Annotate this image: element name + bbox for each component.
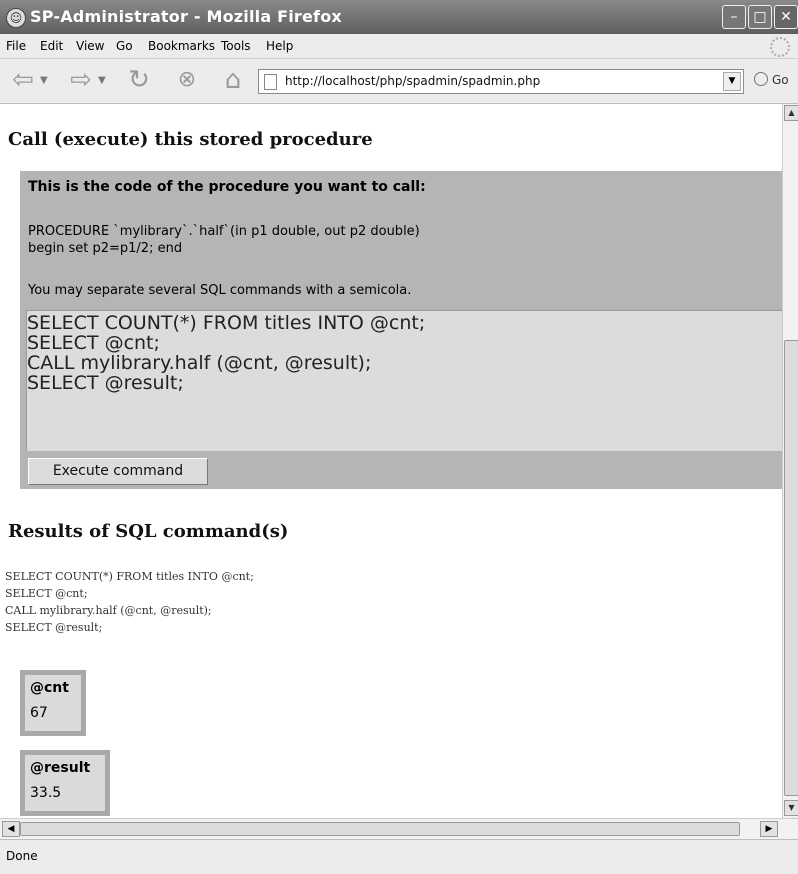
url-text: http://localhost/php/spadmin/spadmin.php xyxy=(285,74,541,88)
vertical-scroll-thumb[interactable] xyxy=(784,340,798,796)
go-button[interactable]: Go xyxy=(754,72,789,87)
back-dropdown-icon[interactable]: ▼ xyxy=(40,75,48,86)
result-header: @cnt xyxy=(30,680,69,696)
window-title: SP-Administrator - Mozilla Firefox xyxy=(30,7,342,26)
go-icon xyxy=(754,72,768,86)
back-icon[interactable]: ⇦ xyxy=(8,65,38,95)
result-value: 67 xyxy=(30,705,48,721)
title-bar: ☺ SP-Administrator - Mozilla Firefox – □… xyxy=(0,0,798,34)
menu-edit[interactable]: Edit xyxy=(40,39,63,53)
url-dropdown-icon[interactable]: ▼ xyxy=(723,72,741,91)
status-bar: Done xyxy=(0,839,798,874)
result-table-result: @result 33.5 xyxy=(20,750,110,816)
execute-command-button[interactable]: Execute command xyxy=(28,458,208,485)
maximize-button[interactable]: □ xyxy=(748,5,772,29)
menu-bar: File Edit View Go Bookmarks Tools Help xyxy=(0,34,798,59)
go-label: Go xyxy=(772,73,789,87)
result-table-cnt: @cnt 67 xyxy=(20,670,86,736)
menu-tools[interactable]: Tools xyxy=(221,39,251,53)
page-heading: Call (execute) this stored procedure xyxy=(8,129,373,150)
menu-bookmarks[interactable]: Bookmarks xyxy=(148,39,215,53)
address-bar[interactable]: http://localhost/php/spadmin/spadmin.php… xyxy=(258,69,744,94)
forward-icon[interactable]: ⇨ xyxy=(66,65,96,95)
result-value: 33.5 xyxy=(30,785,62,801)
firefox-icon: ☺ xyxy=(6,8,26,28)
status-text: Done xyxy=(6,849,38,863)
menu-help[interactable]: Help xyxy=(266,39,293,53)
reload-icon[interactable]: ↻ xyxy=(124,65,154,95)
horizontal-scroll-thumb[interactable] xyxy=(20,822,740,836)
scroll-left-icon[interactable]: ◀ xyxy=(2,821,20,837)
executed-sql-echo: SELECT COUNT(*) FROM titles INTO @cnt; S… xyxy=(5,570,254,634)
menu-file[interactable]: File xyxy=(6,39,26,53)
home-icon[interactable]: ⌂ xyxy=(218,65,248,95)
procedure-code: PROCEDURE `mylibrary`.`half`(in p1 doubl… xyxy=(28,224,420,256)
result-header: @result xyxy=(30,760,91,776)
menu-go[interactable]: Go xyxy=(116,39,133,53)
vertical-scrollbar[interactable]: ▲ ▼ xyxy=(782,104,798,818)
scroll-up-icon[interactable]: ▲ xyxy=(784,105,798,121)
results-heading: Results of SQL command(s) xyxy=(8,521,289,542)
horizontal-scrollbar[interactable]: ◀ ▶ xyxy=(0,818,798,839)
page-icon xyxy=(264,74,277,90)
semicolon-hint: You may separate several SQL commands wi… xyxy=(28,283,412,298)
stop-icon[interactable]: ⊗ xyxy=(172,65,202,95)
throbber-icon xyxy=(770,37,790,57)
menu-view[interactable]: View xyxy=(76,39,104,53)
scroll-down-icon[interactable]: ▼ xyxy=(784,800,798,816)
close-button[interactable]: ✕ xyxy=(774,5,798,29)
sql-command-textarea[interactable]: SELECT COUNT(*) FROM titles INTO @cnt; S… xyxy=(26,310,782,451)
forward-dropdown-icon[interactable]: ▼ xyxy=(98,75,106,86)
procedure-box-title: This is the code of the procedure you wa… xyxy=(28,179,426,195)
minimize-button[interactable]: – xyxy=(722,5,746,29)
navigation-toolbar: ⇦ ▼ ⇨ ▼ ↻ ⊗ ⌂ http://localhost/php/spadm… xyxy=(0,59,798,104)
page-content: Call (execute) this stored procedure Thi… xyxy=(0,104,782,818)
scroll-right-icon[interactable]: ▶ xyxy=(760,821,778,837)
